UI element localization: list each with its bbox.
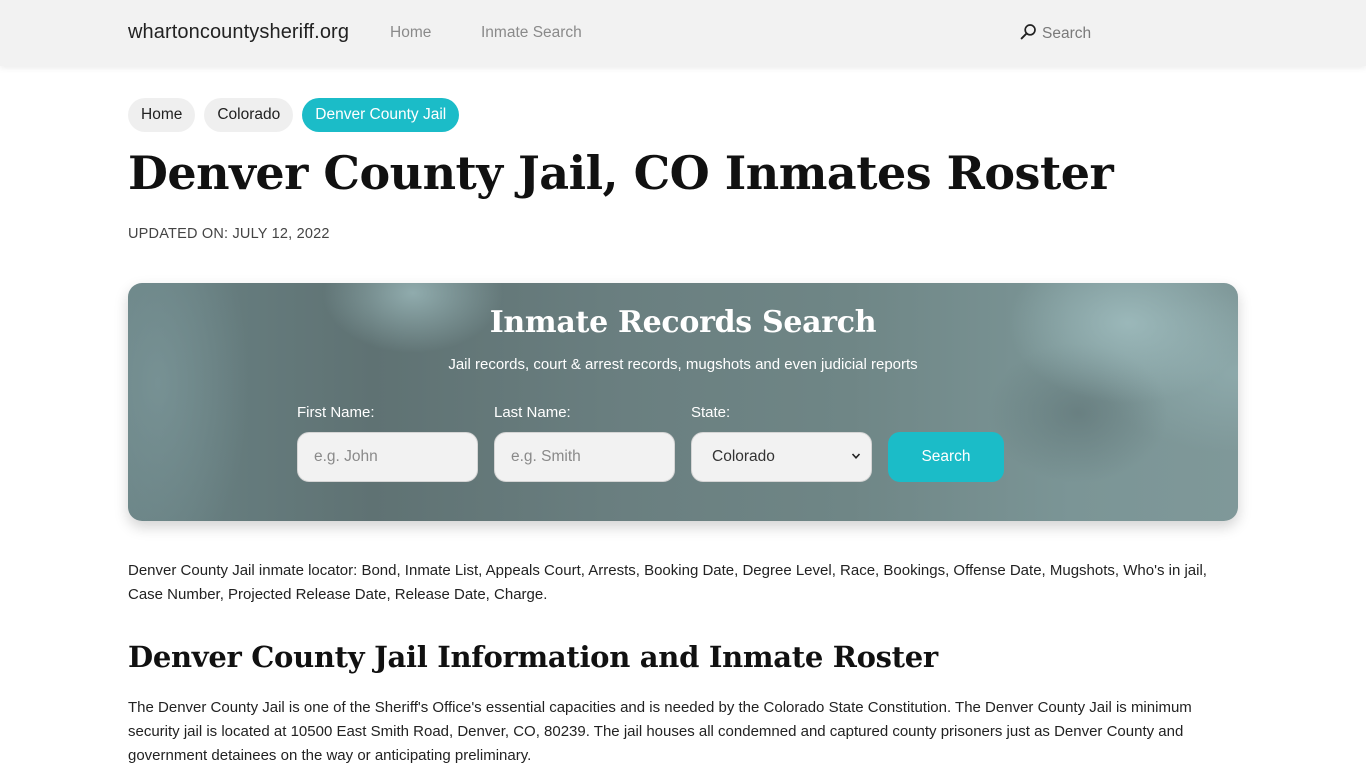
section-body-paragraph: The Denver County Jail is one of the She… <box>128 699 1192 764</box>
last-name-label: Last Name: <box>494 404 571 421</box>
last-name-input[interactable] <box>494 432 675 482</box>
breadcrumb-home[interactable]: Home <box>128 98 196 132</box>
nav-link-home[interactable]: Home <box>390 24 431 42</box>
intro-paragraph: Denver County Jail inmate locator: Bond,… <box>128 562 1207 603</box>
state-select[interactable]: Colorado <box>691 432 872 482</box>
breadcrumb: Home Colorado Denver County Jail <box>128 98 460 132</box>
updated-date: UPDATED ON: JULY 12, 2022 <box>128 226 330 242</box>
breadcrumb-denver-county-jail[interactable]: Denver County Jail <box>302 98 460 132</box>
breadcrumb-colorado[interactable]: Colorado <box>204 98 294 132</box>
nav-search-button[interactable]: Search <box>1020 23 1091 45</box>
first-name-label: First Name: <box>297 404 375 421</box>
first-name-input[interactable] <box>297 432 478 482</box>
nav-link-inmate-search[interactable]: Inmate Search <box>481 24 582 42</box>
chevron-down-icon <box>851 448 861 466</box>
inmate-search-panel: Inmate Records Search Jail records, cour… <box>128 283 1238 521</box>
search-panel-subtitle: Jail records, court & arrest records, mu… <box>448 356 918 373</box>
state-label: State: <box>691 404 731 421</box>
nav-search-label: Search <box>1042 25 1092 42</box>
site-brand-link[interactable]: whartoncountysheriff.org <box>128 21 349 44</box>
section-heading: Denver County Jail Information and Inmat… <box>128 640 938 674</box>
search-submit-button[interactable]: Search <box>888 432 1004 482</box>
page-title: Denver County Jail, CO Inmates Roster <box>128 146 1114 200</box>
top-navbar: whartoncountysheriff.org Home Inmate Sea… <box>0 0 1366 66</box>
search-panel-title: Inmate Records Search <box>489 305 877 340</box>
search-icon <box>1020 23 1037 45</box>
state-select-value: Colorado <box>712 448 775 465</box>
